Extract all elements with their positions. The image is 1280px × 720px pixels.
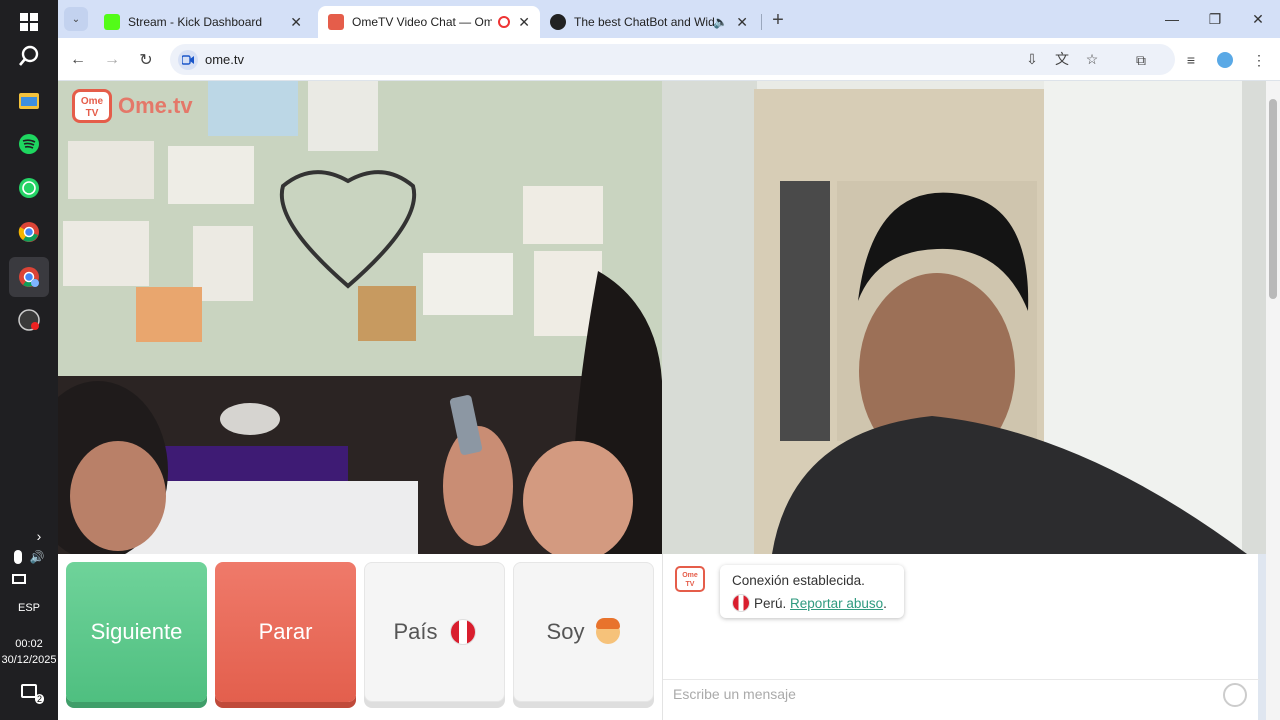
- system-message: Conexión establecida. Perú. Reportar abu…: [720, 565, 904, 618]
- tab-ometv[interactable]: OmeTV Video Chat — Ome ✕: [318, 6, 540, 38]
- chatbot-favicon-icon: [550, 14, 566, 30]
- gender-button[interactable]: Soy: [513, 562, 654, 702]
- new-tab-button[interactable]: +: [766, 8, 790, 32]
- tab-search-button[interactable]: ⌄: [64, 7, 88, 31]
- stranger-video-frame: [58, 81, 662, 554]
- self-video: [662, 81, 1266, 554]
- close-window-button[interactable]: ✕: [1236, 0, 1280, 38]
- boy-face-icon: [596, 618, 621, 644]
- country-button-label: País: [393, 619, 438, 644]
- address-bar[interactable]: ome.tv ⇩ 文 ☆: [170, 44, 1175, 75]
- tab-kick-dashboard[interactable]: Stream - Kick Dashboard ✕: [94, 6, 312, 38]
- minimize-button[interactable]: —: [1150, 0, 1194, 38]
- tab-title: Stream - Kick Dashboard: [128, 15, 263, 29]
- translate-icon[interactable]: 文: [1052, 49, 1072, 69]
- network-icon[interactable]: [0, 574, 58, 587]
- ometv-logo-icon: Ome TV: [72, 89, 112, 123]
- tray-icons: 🔊: [0, 550, 58, 564]
- url-text[interactable]: ome.tv: [205, 52, 244, 67]
- close-tab-icon[interactable]: ✕: [518, 14, 530, 31]
- recording-icon: [498, 16, 510, 28]
- close-tab-icon[interactable]: ✕: [736, 14, 748, 31]
- emoji-picker-icon[interactable]: [1223, 683, 1247, 707]
- next-button-label: Siguiente: [90, 619, 183, 644]
- windows-taskbar: › 🔊 ESP 00:02 30/12/2025 2: [0, 0, 58, 720]
- report-suffix: .: [883, 595, 887, 611]
- tab-separator: [761, 14, 762, 30]
- ometv-watermark: Ome.tv: [118, 93, 193, 118]
- peru-flag-icon: [449, 619, 476, 645]
- stranger-video: Ome TV Ome.tv: [58, 81, 662, 554]
- tab-strip: ⌄ Stream - Kick Dashboard ✕ OmeTV Video …: [58, 0, 1280, 38]
- message-input-area: [663, 679, 1259, 711]
- clock-date[interactable]: 30/12/2025: [0, 654, 58, 666]
- next-button[interactable]: Siguiente: [66, 562, 207, 702]
- whatsapp-icon[interactable]: [9, 168, 49, 208]
- stop-button-label: Parar: [258, 619, 313, 644]
- chevron-right-icon[interactable]: ›: [0, 528, 58, 544]
- tab-title: The best ChatBot and Widg: [574, 15, 714, 29]
- chat-logo-text: Ome: [682, 572, 698, 579]
- chat-panel: Ome TV Conexión establecida. Perú. Report…: [662, 554, 1259, 720]
- ometv-logo: Ome TV Ome.tv: [72, 89, 193, 123]
- microphone-icon[interactable]: [13, 550, 22, 564]
- message-input[interactable]: [673, 686, 1213, 702]
- language-indicator[interactable]: ESP: [0, 602, 58, 614]
- extensions-icon[interactable]: ⧉: [1131, 50, 1151, 70]
- tab-chatbot[interactable]: The best ChatBot and Widg 🔈 ✕: [540, 6, 758, 38]
- install-app-icon[interactable]: ⇩: [1022, 49, 1042, 69]
- gender-button-label: Soy: [546, 619, 585, 644]
- logo-tv-text: TV: [85, 108, 99, 119]
- connection-status-text: Conexión establecida.: [732, 573, 865, 588]
- bookmark-star-icon[interactable]: ☆: [1082, 49, 1102, 69]
- report-abuse-link[interactable]: Reportar abuso: [790, 596, 883, 611]
- chat-logo-tv-text: TV: [685, 581, 695, 588]
- reload-button[interactable]: ↻: [134, 48, 158, 72]
- chrome-profile-icon[interactable]: [9, 257, 49, 297]
- file-explorer-icon[interactable]: [9, 80, 49, 120]
- country-button[interactable]: País: [364, 562, 505, 702]
- audio-playing-icon[interactable]: 🔈: [713, 15, 728, 29]
- close-tab-icon[interactable]: ✕: [290, 14, 302, 31]
- ometv-chat-avatar-icon: Ome TV: [675, 566, 705, 592]
- forward-button[interactable]: →: [100, 48, 124, 72]
- chrome-icon[interactable]: [9, 212, 49, 252]
- notification-icon[interactable]: 2: [0, 684, 58, 704]
- back-button[interactable]: ←: [66, 48, 90, 72]
- obs-icon[interactable]: [9, 300, 49, 340]
- profile-icon[interactable]: [1215, 50, 1235, 70]
- control-panel: Siguiente Parar País Soy: [58, 554, 662, 720]
- site-info-icon[interactable]: [178, 50, 198, 70]
- notification-count: 2: [34, 694, 44, 704]
- speaker-icon[interactable]: 🔊: [30, 550, 45, 564]
- scrollbar-thumb[interactable]: [1269, 99, 1277, 299]
- spotify-icon[interactable]: [9, 124, 49, 164]
- search-icon[interactable]: [9, 36, 49, 76]
- kick-favicon-icon: [104, 14, 120, 30]
- page-scrollbar[interactable]: [1266, 81, 1280, 720]
- logo-text: Ome: [80, 96, 104, 107]
- peru-flag-icon: [732, 594, 750, 612]
- country-text: Perú.: [754, 595, 787, 611]
- browser-toolbar: ← → ↻ ome.tv ⇩ 文 ☆ ⧉ ≡ ⋮: [58, 38, 1280, 81]
- clock-time[interactable]: 00:02: [0, 638, 58, 650]
- media-controls-icon[interactable]: ≡: [1181, 50, 1201, 70]
- tab-title: OmeTV Video Chat — Ome: [352, 15, 492, 29]
- restore-button[interactable]: ❐: [1193, 0, 1237, 38]
- self-video-frame: [662, 81, 1266, 554]
- ometv-favicon-icon: [328, 14, 344, 30]
- menu-icon[interactable]: ⋮: [1249, 50, 1269, 70]
- stop-button[interactable]: Parar: [215, 562, 356, 702]
